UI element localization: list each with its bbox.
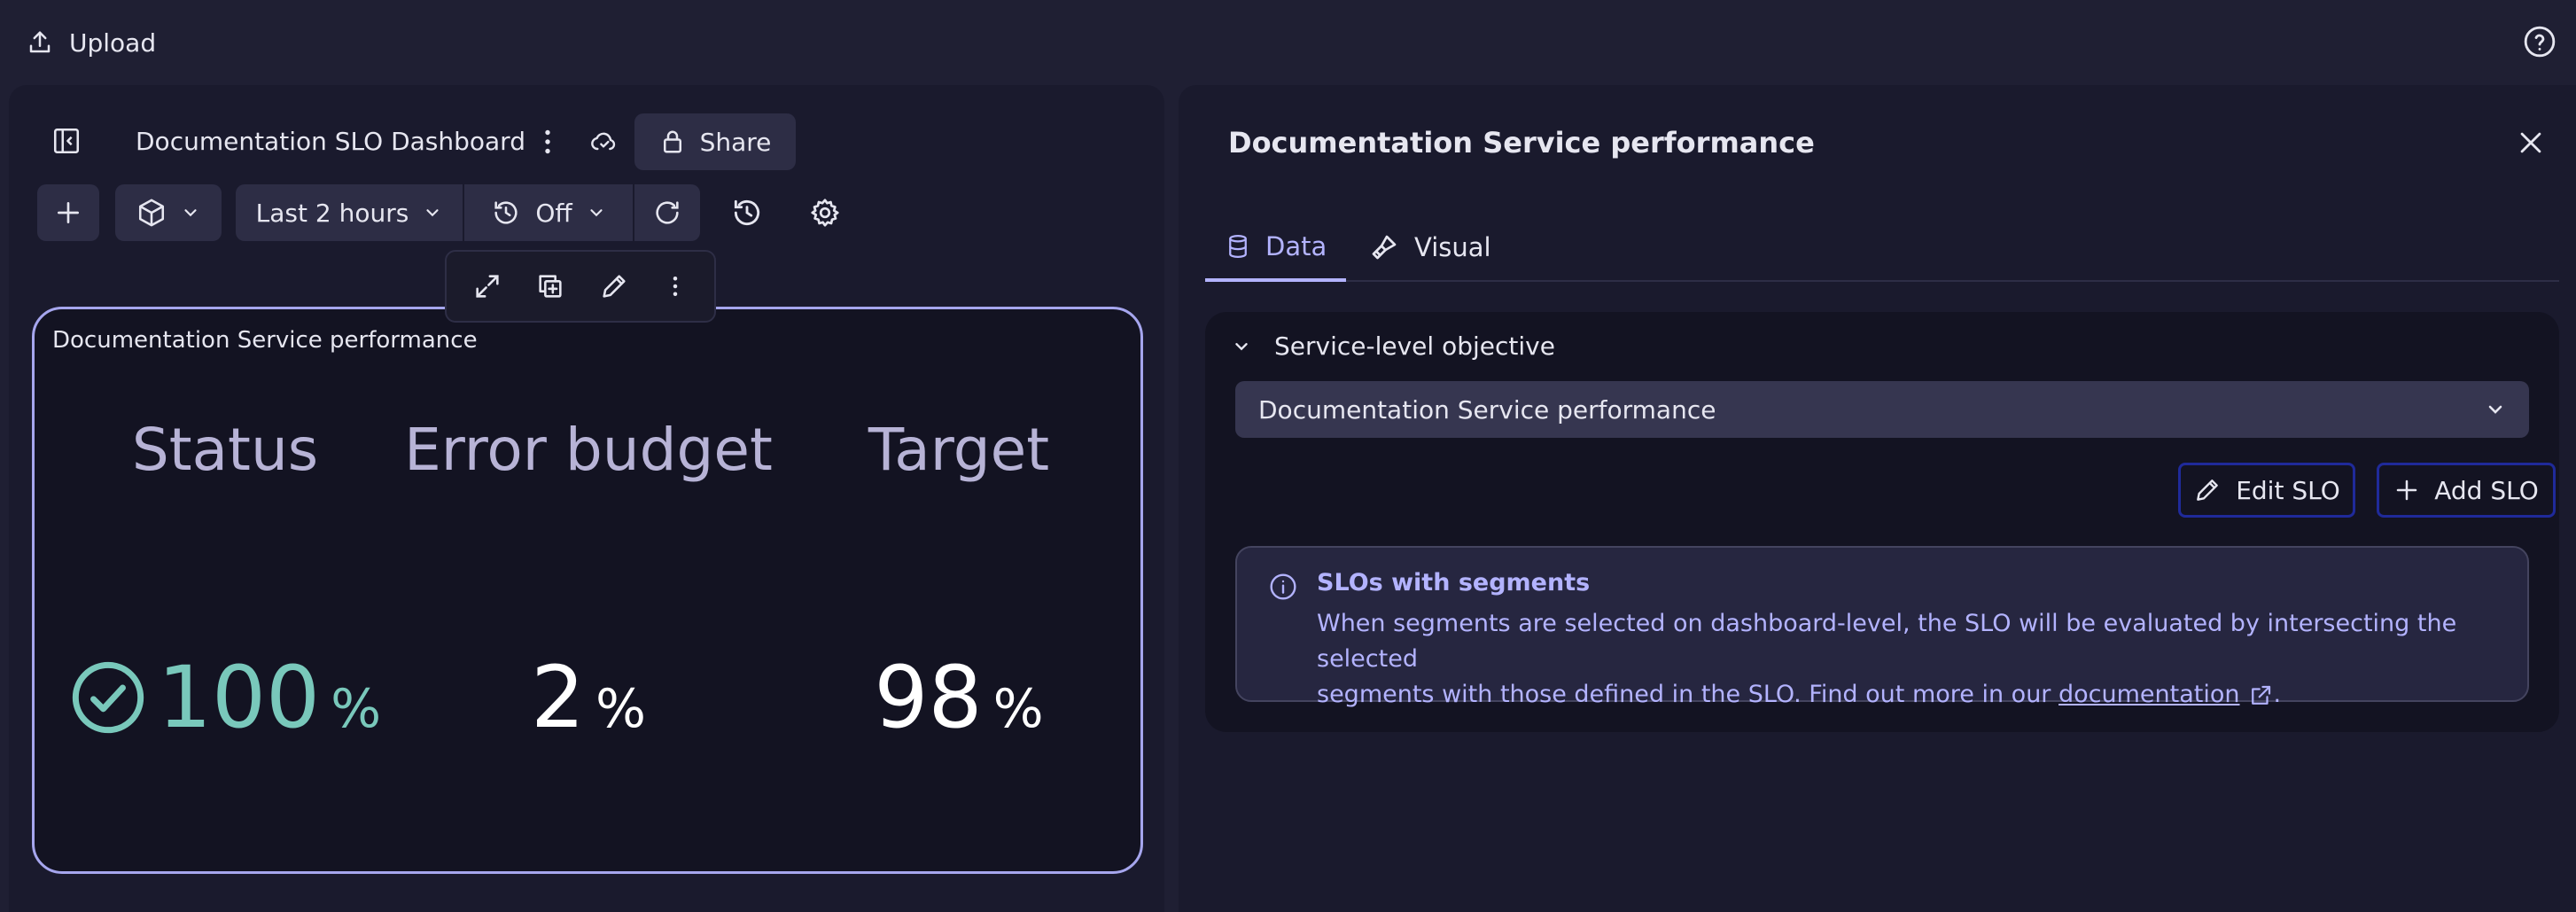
section-title: Service-level objective [1274, 331, 1555, 361]
check-circle-icon [69, 659, 147, 737]
auto-refresh-selector[interactable]: Off [464, 184, 633, 241]
metric-value: 2 % [402, 655, 774, 740]
chevron-down-icon [587, 203, 606, 222]
upload-button[interactable]: Upload [27, 21, 156, 64]
segments-button[interactable] [115, 184, 222, 241]
settings-button[interactable] [792, 184, 858, 241]
error-budget-value: 2 [530, 648, 586, 747]
status-value: 100 [157, 648, 321, 747]
slo-tile[interactable]: Documentation Service performance Status… [32, 307, 1143, 874]
database-icon [1225, 231, 1251, 261]
top-bar: Upload [0, 0, 2576, 85]
cloud-sync-icon [587, 128, 620, 156]
more-icon[interactable] [662, 271, 689, 301]
selected-slo: Documentation Service performance [1258, 394, 1716, 425]
plus-icon [54, 199, 82, 227]
chevron-down-icon [423, 203, 442, 222]
info-title: SLOs with segments [1317, 569, 1591, 596]
gear-icon [809, 197, 841, 229]
refresh-icon [652, 198, 682, 228]
brush-icon [1368, 231, 1400, 263]
history-icon [730, 196, 764, 230]
history-button[interactable] [714, 184, 780, 241]
expand-icon[interactable] [472, 271, 502, 301]
share-label: Share [699, 127, 772, 157]
metric-label: Error budget [404, 416, 773, 484]
chevron-down-icon [2485, 399, 2506, 420]
error-budget-unit: % [595, 678, 647, 740]
dashboard-header: Documentation SLO Dashboard Share [9, 113, 1164, 170]
external-link-icon[interactable] [2247, 682, 2274, 709]
share-button[interactable]: Share [634, 113, 796, 170]
add-tile-button[interactable] [37, 184, 99, 241]
cube-icon [136, 198, 167, 228]
tab-label: Data [1265, 231, 1327, 261]
tab-label: Visual [1414, 232, 1491, 262]
status-metric: Status 100 % [39, 309, 411, 871]
panel-tabs: Data Visual [1205, 214, 2559, 282]
refresh-label: Off [535, 198, 572, 228]
info-text: When segments are selected on dashboard-… [1317, 606, 2504, 713]
target-metric: Target 98 % [773, 309, 1145, 871]
info-text-line1: When segments are selected on dashboard-… [1317, 610, 2457, 673]
metric-value: 100 % [39, 655, 411, 740]
add-slo-label: Add SLO [2434, 475, 2539, 505]
section-toggle[interactable]: Service-level objective [1232, 331, 1555, 361]
tab-visual[interactable]: Visual [1349, 214, 1511, 280]
chevron-down-icon [1232, 337, 1251, 356]
slo-section: Service-level objective Documentation Se… [1205, 312, 2559, 732]
segments-info-box: SLOs with segments When segments are sel… [1235, 546, 2529, 708]
pencil-icon [2193, 476, 2222, 504]
dashboard-title[interactable]: Documentation SLO Dashboard [136, 113, 525, 170]
tile-actions-toolbar [445, 250, 716, 323]
lock-icon [659, 129, 686, 155]
refresh-button[interactable] [634, 184, 700, 241]
duplicate-icon[interactable] [535, 271, 565, 301]
metric-label: Target [868, 416, 1050, 484]
info-icon [1269, 573, 1297, 601]
status-unit: % [331, 678, 382, 740]
panel-title: Documentation Service performance [1228, 126, 1815, 160]
tile-settings-panel: Documentation Service performance Data V… [1179, 85, 2576, 912]
help-icon[interactable] [2523, 25, 2557, 58]
slo-select[interactable]: Documentation Service performance [1235, 381, 2529, 438]
plus-icon [2393, 477, 2420, 503]
info-text-suffix: . [2273, 681, 2282, 708]
edit-icon[interactable] [599, 271, 629, 301]
edit-slo-label: Edit SLO [2236, 475, 2340, 505]
target-unit: % [992, 678, 1044, 740]
tab-data[interactable]: Data [1205, 214, 1347, 282]
upload-icon [27, 29, 53, 56]
error-budget-metric: Error budget 2 % [402, 309, 774, 871]
chevron-down-icon [181, 203, 200, 222]
documentation-link[interactable]: documentation [2058, 681, 2240, 708]
refresh-clock-icon [491, 198, 521, 228]
edit-slo-button[interactable]: Edit SLO [2178, 463, 2355, 518]
dashboard-toolbar: Last 2 hours Off [9, 184, 1164, 241]
timeframe-selector[interactable]: Last 2 hours [236, 184, 463, 241]
timeframe-label: Last 2 hours [255, 198, 409, 228]
sidebar-toggle-icon[interactable] [51, 126, 82, 156]
add-slo-button[interactable]: Add SLO [2377, 463, 2556, 518]
metric-value: 98 % [773, 655, 1145, 740]
target-value: 98 [874, 648, 983, 747]
upload-label: Upload [69, 27, 157, 58]
metric-label: Status [131, 416, 319, 484]
close-icon[interactable] [2516, 128, 2546, 158]
info-text-line2: segments with those defined in the SLO. … [1317, 681, 2058, 708]
dashboard-menu-icon[interactable] [526, 126, 569, 158]
